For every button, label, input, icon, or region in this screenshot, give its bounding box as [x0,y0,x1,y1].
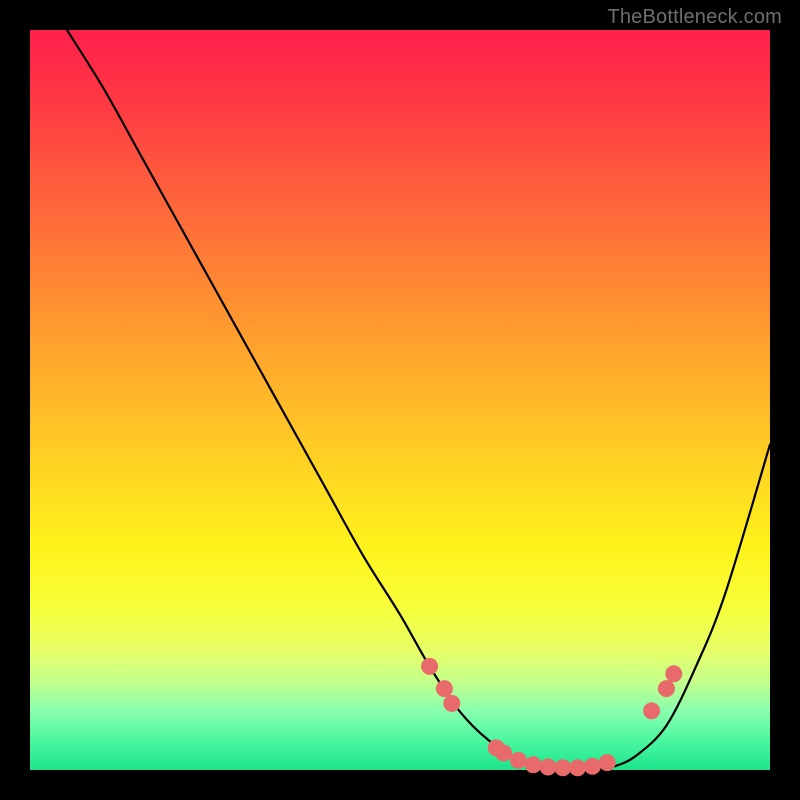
data-point [658,680,675,697]
data-point [443,695,460,712]
watermark-text: TheBottleneck.com [607,6,782,29]
data-point [540,759,557,776]
data-point [436,680,453,697]
plot-area [30,30,770,770]
bottleneck-curve [67,30,770,770]
data-point [421,658,438,675]
data-point [510,752,527,769]
data-markers [421,658,682,776]
data-point [554,759,571,776]
data-point [599,754,616,771]
data-point [665,665,682,682]
data-point [643,702,660,719]
data-point [525,756,542,773]
chart-svg [30,30,770,770]
data-point [569,759,586,776]
data-point [495,745,512,762]
data-point [584,758,601,775]
chart-frame: TheBottleneck.com [0,0,800,800]
